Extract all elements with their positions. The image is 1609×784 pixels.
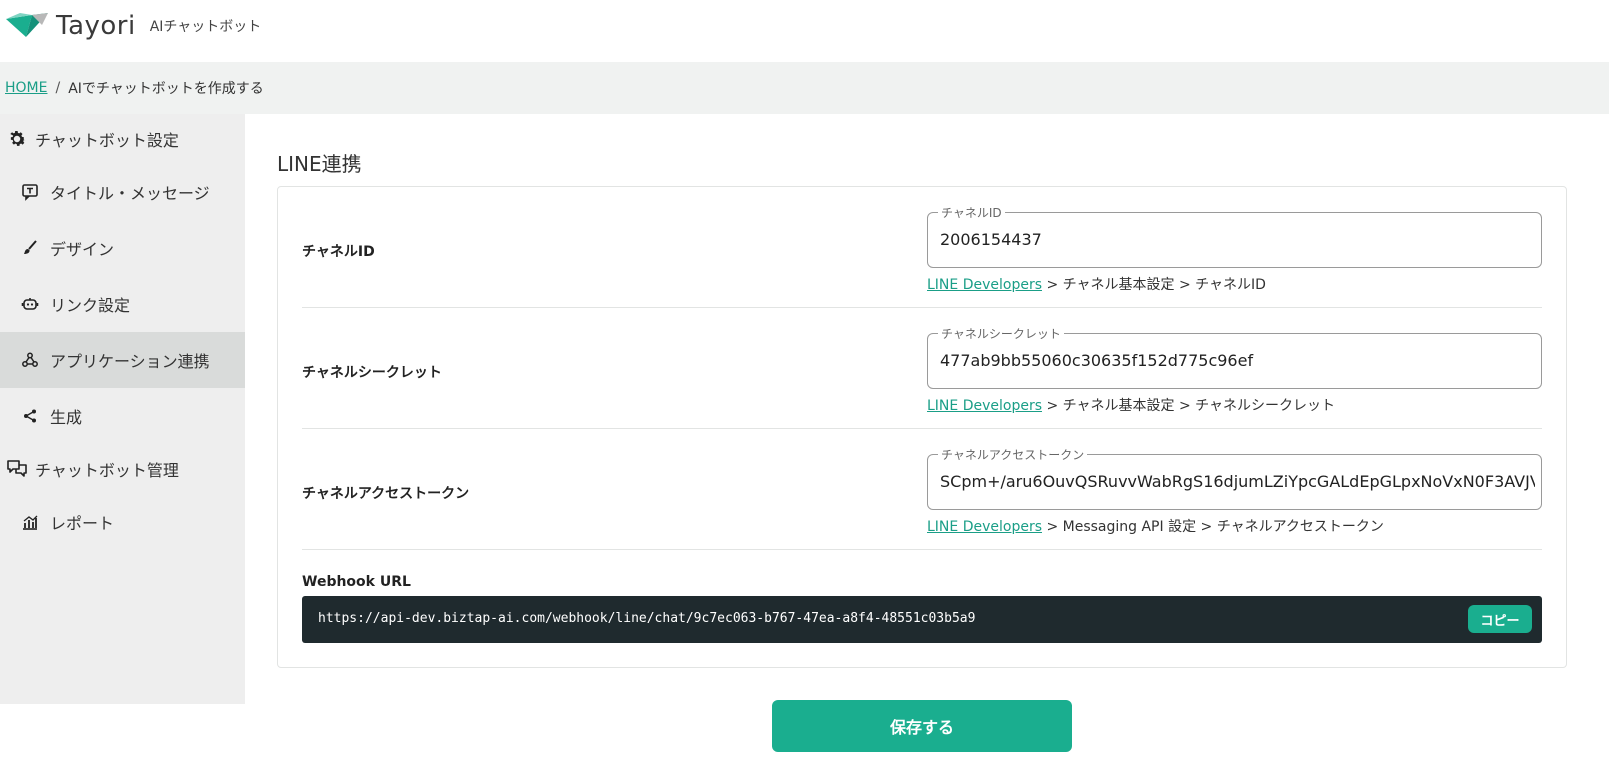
sidebar-group-chatbot-settings: チャットボット設定 [0,114,245,164]
sidebar: チャットボット設定 タイトル・メッセージ デザイン リンク設定 アプリケーション… [0,114,245,704]
logo-text: Tayori [56,11,136,41]
gear-icon [5,127,29,151]
section-title: LINE連携 [277,152,362,176]
product-name: AIチャットボット [149,19,262,35]
hint-path: > Messaging API 設定 > チャネルアクセストークン [1042,519,1384,535]
access-token-hint: LINE Developers > Messaging API 設定 > チャネ… [927,516,1384,536]
sidebar-item-label: タイトル・メッセージ [50,184,210,203]
sidebar-group-label: チャットボット設定 [35,131,179,150]
webhook-url-label: Webhook URL [302,574,411,590]
line-developers-link[interactable]: LINE Developers [927,519,1042,535]
channel-secret-value[interactable]: 477ab9bb55060c30635f152d775c96ef [940,351,1535,370]
message-icon [20,182,40,202]
webhook-icon [20,350,40,370]
channel-id-field[interactable]: チャネルID 2006154437 [927,204,1542,268]
hint-path: > チャネル基本設定 > チャネルシークレット [1042,398,1335,414]
channel-secret-hint: LINE Developers > チャネル基本設定 > チャネルシークレット [927,395,1335,415]
chat-bubbles-icon [5,457,29,481]
access-token-field[interactable]: チャネルアクセストークン SCpm+/aru6OuvQSRuvvWabRgS16… [927,446,1542,510]
access-token-value[interactable]: SCpm+/aru6OuvQSRuvvWabRgS16djumLZiYpcGAL… [940,472,1535,491]
line-developers-link[interactable]: LINE Developers [927,277,1042,293]
webhook-url-value[interactable]: https://api-dev.biztap-ai.com/webhook/li… [318,611,975,626]
line-developers-link[interactable]: LINE Developers [927,398,1042,414]
logo[interactable]: Tayori AIチャットボット [6,11,261,41]
channel-id-value[interactable]: 2006154437 [940,230,1535,249]
tayori-logo-icon [6,13,48,37]
field-legend: チャネルアクセストークン [938,446,1088,463]
sidebar-item-link-settings[interactable]: リンク設定 [0,276,245,332]
breadcrumb-home-link[interactable]: HOME [5,80,47,96]
app-header: Tayori AIチャットボット [0,0,1609,62]
sidebar-item-title-message[interactable]: タイトル・メッセージ [0,164,245,220]
channel-id-label: チャネルID [302,244,375,260]
sidebar-item-label: 生成 [50,408,83,427]
sidebar-item-label: リンク設定 [50,296,131,315]
field-legend: チャネルID [938,204,1005,221]
channel-secret-row: チャネルシークレット チャネルシークレット 477ab9bb55060c3063… [302,308,1542,429]
channel-id-row: チャネルID チャネルID 2006154437 LINE Developers… [302,187,1542,308]
access-token-label: チャネルアクセストークン [302,486,470,502]
sidebar-item-app-integration[interactable]: アプリケーション連携 [0,332,245,388]
sidebar-item-design[interactable]: デザイン [0,220,245,276]
sidebar-group-chatbot-management: チャットボット管理 [0,444,245,494]
hint-path: > チャネル基本設定 > チャネルID [1042,277,1266,293]
breadcrumb-current: AIでチャットボットを作成する [68,81,264,97]
breadcrumb-separator: / [55,80,61,96]
channel-secret-label: チャネルシークレット [302,365,442,381]
sidebar-item-label: デザイン [50,240,115,259]
sidebar-group-label: チャットボット管理 [35,461,179,480]
access-token-row: チャネルアクセストークン チャネルアクセストークン SCpm+/aru6OuvQ… [302,429,1542,550]
webhook-url-box: https://api-dev.biztap-ai.com/webhook/li… [302,596,1542,643]
field-legend: チャネルシークレット [938,325,1064,342]
breadcrumb: HOME / AIでチャットボットを作成する [0,62,1609,114]
sidebar-item-report[interactable]: レポート [0,494,245,550]
brush-icon [20,238,40,258]
line-integration-card: チャネルID チャネルID 2006154437 LINE Developers… [277,186,1567,668]
channel-secret-field[interactable]: チャネルシークレット 477ab9bb55060c30635f152d775c9… [927,325,1542,389]
sidebar-item-generate[interactable]: 生成 [0,388,245,444]
robot-icon [20,294,40,314]
chart-icon [20,512,40,532]
sidebar-item-label: レポート [50,514,115,533]
copy-button[interactable]: コピー [1468,605,1532,633]
sidebar-item-label: アプリケーション連携 [50,352,210,371]
channel-id-hint: LINE Developers > チャネル基本設定 > チャネルID [927,274,1266,294]
save-button[interactable]: 保存する [772,700,1072,752]
share-icon [20,406,40,426]
